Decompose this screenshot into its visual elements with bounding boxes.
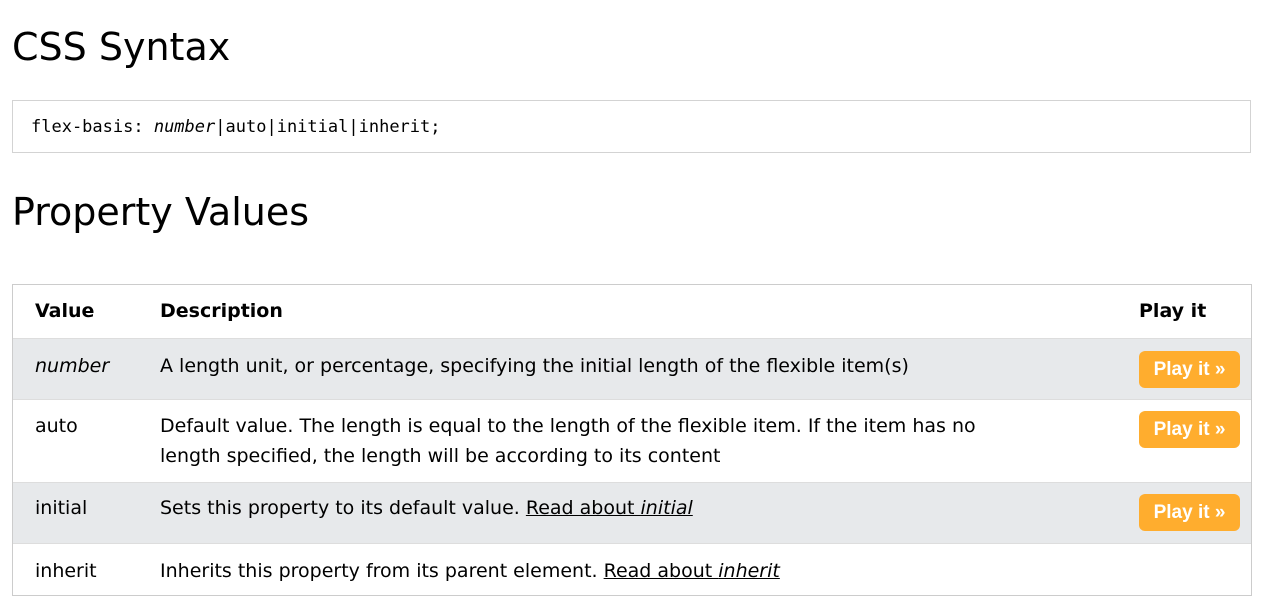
row-value: inherit [35,560,97,582]
syntax-initial: initial [276,117,349,137]
row-description: Inherits this property from its parent e… [160,556,1100,586]
row-description: Sets this property to its default value.… [160,493,1100,523]
syntax-property: flex-basis: [31,117,154,137]
syntax-code-box: flex-basis: number|auto|initial|inherit; [12,100,1251,153]
table-header-row: Value Description Play it [13,285,1251,338]
link-prefix: Read about [603,560,719,582]
play-it-button[interactable]: Play it » [1139,351,1240,388]
syntax-separator: | [215,117,226,137]
play-it-button[interactable]: Play it » [1139,411,1240,448]
syntax-separator: | [348,117,359,137]
syntax-inherit: inherit; [358,117,441,137]
page: CSS Syntax flex-basis: number|auto|initi… [0,0,1277,607]
row-description: A length unit, or percentage, specifying… [160,355,909,377]
table-row: number A length unit, or percentage, spe… [13,338,1251,399]
play-it-button[interactable]: Play it » [1139,494,1240,531]
link-term: inherit [718,560,780,582]
read-about-inherit-link[interactable]: Read about inherit [604,560,780,582]
header-value: Value [35,300,95,322]
row-value: auto [35,415,78,437]
syntax-auto: auto [225,117,267,137]
header-play-it: Play it [1139,300,1207,322]
row-description-text: Sets this property to its default value. [160,497,526,519]
row-description-line-2: length specified, the length will be acc… [160,445,721,467]
heading-css-syntax: CSS Syntax [12,25,231,69]
row-description-text: Inherits this property from its parent e… [160,560,604,582]
table-row: inherit Inherits this property from its … [13,543,1251,595]
heading-property-values: Property Values [12,190,310,234]
property-values-table: Value Description Play it number A lengt… [12,284,1252,596]
link-prefix: Read about [525,497,641,519]
row-value: initial [35,497,88,519]
row-value: number [35,355,110,377]
link-term: initial [640,497,693,519]
syntax-code-line: flex-basis: number|auto|initial|inherit; [31,116,441,138]
read-about-initial-link[interactable]: Read about initial [526,497,693,519]
syntax-separator: | [266,117,277,137]
row-description-line-1: Default value. The length is equal to th… [160,415,976,437]
table-row: auto Default value. The length is equal … [13,399,1251,482]
header-description: Description [160,300,283,322]
table-row: initial Sets this property to its defaul… [13,482,1251,543]
syntax-number: number [153,117,216,137]
